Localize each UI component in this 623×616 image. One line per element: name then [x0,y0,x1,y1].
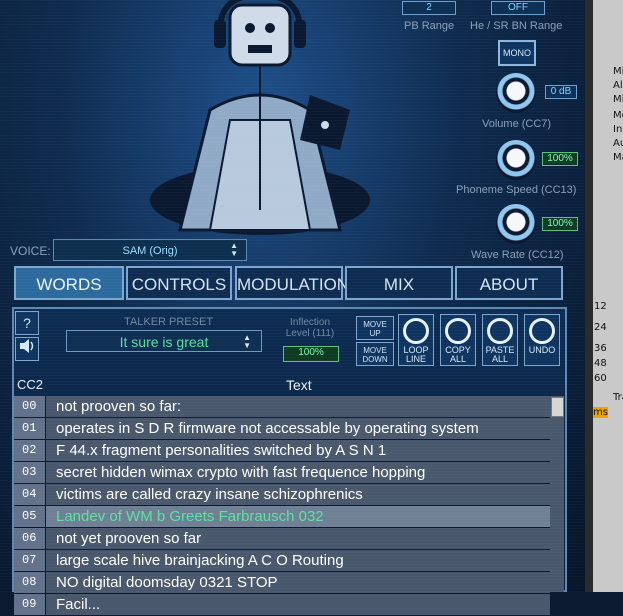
inflection-label: Inflection Level (111) [285,317,335,339]
talker-preset-value: It sure is great [119,334,209,350]
help-button[interactable]: ? [15,311,39,335]
host-app-strip: Mi Al Mi Mo In Au Ma 12 24 36 48 60 Tra … [585,0,623,592]
speaker-icon[interactable] [15,337,39,361]
talker-preset-label: TALKER PRESET [124,316,214,328]
wave-rate-label: Wave Rate (CC12) [471,249,564,261]
host-number: 24 [594,322,607,333]
table-row[interactable]: 06 not yet prooven so far [14,528,550,550]
wave-rate-knob[interactable] [496,204,536,244]
table-row[interactable]: 08 NO digital doomsday 0321 STOP [14,572,550,594]
copy-all-button[interactable]: COPY ALL [440,314,476,366]
volume-label: Volume (CC7) [482,118,552,130]
plugin-window: 2 PB Range OFF He / SR BN Range MONO 0 d… [0,0,585,616]
table-row[interactable]: 03 secret hidden wimax crypto with fast f… [14,462,550,484]
undo-icon [529,318,555,344]
table-row[interactable]: 02 F 44.x fragment personalities switched… [14,440,550,462]
host-label: Ma [613,152,623,163]
move-up-button[interactable]: MOVE UP [356,316,394,340]
pb-range-label: PB Range [404,20,455,32]
move-down-button[interactable]: MOVE DOWN [356,342,394,366]
he-sr-label: He / SR BN Range [470,20,563,32]
mono-button[interactable]: MONO [498,40,536,66]
table-row[interactable]: 01 operates in S D R firmware not accessa… [14,418,550,440]
volume-value: 0 dB [545,85,577,99]
tab-mix[interactable]: MIX [345,266,453,300]
loop-line-button[interactable]: LOOP LINE [398,314,434,366]
voice-label: VOICE: [10,244,51,258]
talker-preset-select[interactable]: It sure is great ▲ ▼ [66,330,262,352]
column-header-cc: CC2 [17,377,44,392]
host-number: 60 [594,373,607,384]
volume-knob[interactable] [496,73,536,113]
host-label: Au [613,138,623,149]
paste-all-button[interactable]: PASTE ALL [482,314,518,366]
tab-controls[interactable]: CONTROLS [126,266,232,300]
scrollbar-thumb[interactable] [551,397,564,417]
phoneme-speed-knob[interactable] [496,140,536,180]
host-label: Mi [613,66,623,77]
pb-range-value[interactable]: 2 [402,1,456,15]
host-number: 36 [594,343,607,354]
table-row[interactable]: 09 Facil... [14,594,550,616]
updown-arrow-icon: ▲ ▼ [243,333,251,350]
host-label: Mo [613,110,623,121]
column-header-text: Text [286,377,312,393]
table-scrollbar[interactable] [550,396,564,592]
undo-button[interactable]: UNDO [524,314,560,366]
paste-icon [487,318,513,344]
inflection-value[interactable]: 100% [283,346,339,362]
table-row-selected[interactable]: 05 Landev of WM b Greets Farbrausch 032 [14,506,550,528]
host-label: In [613,124,623,135]
tab-about[interactable]: ABOUT [455,266,563,300]
robot-monk-illustration [150,0,370,235]
table-row[interactable]: 07 large scale hive brainjacking A C O Ro… [14,550,550,572]
host-label: Mi [613,94,623,105]
voice-select[interactable]: SAM (Orig) ▲ ▼ [53,239,247,261]
table-row[interactable]: 04 victims are called crazy insane schizo… [14,484,550,506]
table-row[interactable]: 00 not prooven so far: [14,396,550,418]
host-label: ms [593,407,608,418]
updown-arrow-icon: ▲ ▼ [230,241,238,258]
words-table: 00 not prooven so far: 01 operates in S D … [14,396,550,616]
copy-icon [445,318,471,344]
phoneme-speed-label: Phoneme Speed (CC13) [456,184,577,196]
wave-rate-value: 100% [542,217,578,231]
loop-icon [403,318,429,344]
host-number: 12 [594,301,607,312]
host-number: 48 [594,358,607,369]
he-sr-value[interactable]: OFF [491,1,545,15]
voice-value: SAM (Orig) [122,245,178,257]
phoneme-speed-value: 100% [542,152,578,166]
tab-modulation[interactable]: MODULATION [235,266,349,300]
tab-words[interactable]: WORDS [14,266,124,300]
host-label: Tra [613,392,623,403]
host-label: Al [613,80,623,91]
